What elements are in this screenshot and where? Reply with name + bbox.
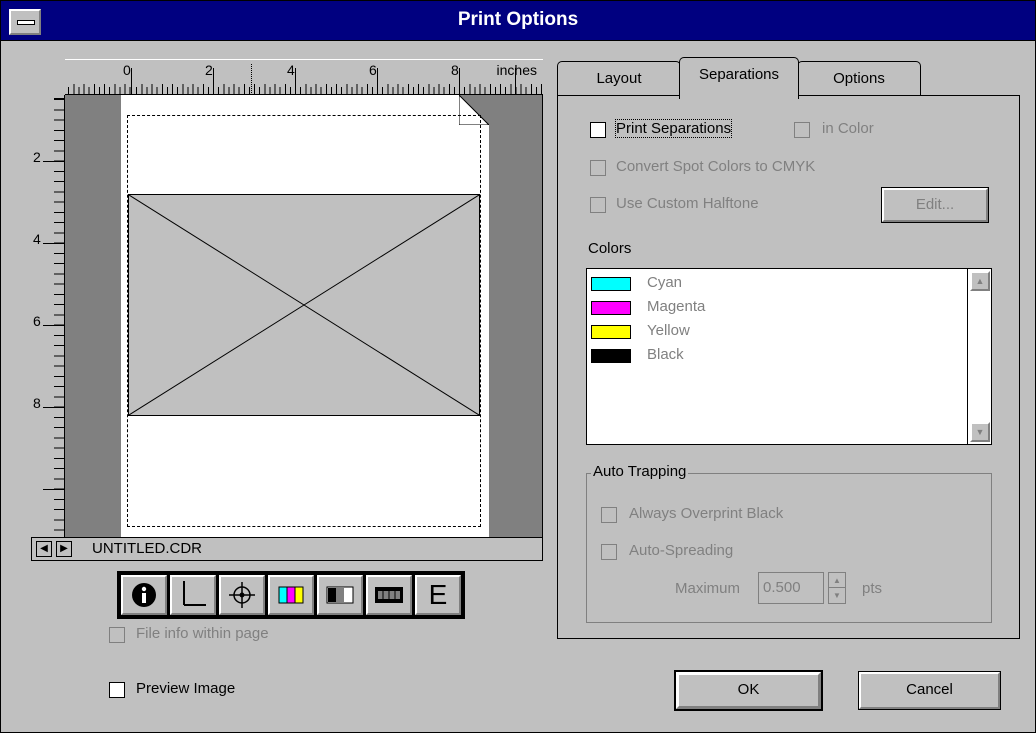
ruler-unit-label: inches <box>496 62 537 78</box>
filename-label: UNTITLED.CDR <box>92 540 203 557</box>
custom-halftone-label: Use Custom Halftone <box>616 195 759 212</box>
in-color-checkbox[interactable] <box>794 122 810 138</box>
ruler-label: 2 <box>33 149 41 165</box>
page-preview: 0 2 4 6 8 inches 2 4 6 8 ◀ ▶ UNTITLED.CD… <box>31 59 543 561</box>
color-calibration-bar-button[interactable] <box>268 575 314 615</box>
emulsion-down-button[interactable]: E <box>415 575 461 615</box>
auto-spreading-label: Auto-Spreading <box>629 542 734 559</box>
maximum-field[interactable]: 0.500 <box>758 572 824 604</box>
ruler-tick <box>43 325 65 326</box>
film-negative-button[interactable] <box>366 575 412 615</box>
spin-up-icon[interactable]: ▲ <box>829 573 845 588</box>
horizontal-ruler: 0 2 4 6 8 inches <box>65 59 543 95</box>
edit-halftone-button[interactable]: Edit... <box>881 187 989 223</box>
ruler-label: 2 <box>205 62 213 78</box>
printed-page <box>121 95 489 537</box>
ruler-label: 8 <box>451 62 459 78</box>
auto-spreading-checkbox[interactable] <box>601 544 617 560</box>
prev-page-button[interactable]: ◀ <box>36 541 52 557</box>
black-swatch <box>591 349 631 363</box>
emulsion-icon: E <box>428 579 448 610</box>
tab-separations[interactable]: Separations <box>679 57 799 99</box>
densitometer-scale-button[interactable] <box>317 575 363 615</box>
convert-spot-checkbox[interactable] <box>590 160 606 176</box>
yellow-swatch <box>591 325 631 339</box>
print-marks-toolbar: E <box>117 571 465 619</box>
next-page-button[interactable]: ▶ <box>56 541 72 557</box>
print-separations-label: Print Separations <box>614 119 733 138</box>
ruler-tick <box>43 161 65 162</box>
ruler-tick <box>43 243 65 244</box>
ok-button[interactable]: OK <box>674 670 823 711</box>
auto-trapping-title: Auto Trapping <box>591 463 689 480</box>
film-negative-icon <box>375 587 403 603</box>
pts-label: pts <box>862 580 883 597</box>
preview-canvas[interactable] <box>65 95 543 537</box>
ruler-label: 4 <box>33 231 41 247</box>
vertical-ruler: 2 4 6 8 <box>31 95 65 537</box>
ruler-label: 0 <box>123 62 131 78</box>
preview-image-checkbox[interactable] <box>109 682 125 698</box>
ruler-marker <box>251 64 252 95</box>
separations-panel: Print Separations in Color Convert Spot … <box>557 95 1020 639</box>
color-name: Yellow <box>647 322 690 339</box>
ruler-minor-ticks <box>65 87 543 94</box>
colors-scrollbar[interactable]: ▲ ▼ <box>967 269 991 444</box>
registration-marks-button[interactable] <box>219 575 265 615</box>
scroll-down-icon[interactable]: ▼ <box>970 422 990 442</box>
color-calibration-bar-icon <box>278 586 304 604</box>
ruler-label: 6 <box>369 62 377 78</box>
ruler-label: 8 <box>33 395 41 411</box>
custom-halftone-checkbox[interactable] <box>590 197 606 213</box>
colors-label: Colors <box>588 240 632 257</box>
ruler-label: 4 <box>287 62 295 78</box>
placeholder-cross-icon <box>128 194 480 416</box>
tab-layout[interactable]: Layout <box>557 61 681 99</box>
image-placeholder[interactable] <box>128 194 480 416</box>
scroll-up-icon[interactable]: ▲ <box>970 271 990 291</box>
file-info-button[interactable] <box>121 575 167 615</box>
always-overprint-checkbox[interactable] <box>601 507 617 523</box>
ruler-corner <box>31 59 65 95</box>
color-name: Black <box>647 346 684 363</box>
file-info-checkbox[interactable] <box>109 627 125 643</box>
cyan-swatch <box>591 277 631 291</box>
crop-marks-button[interactable] <box>170 575 216 615</box>
print-separations-checkbox[interactable] <box>590 122 606 138</box>
convert-spot-label: Convert Spot Colors to CMYK <box>616 158 816 175</box>
tab-options[interactable]: Options <box>797 61 921 99</box>
info-icon <box>132 583 156 607</box>
title-bar: Print Options <box>1 1 1035 41</box>
maximum-label: Maximum <box>675 580 741 597</box>
status-bar: ◀ ▶ UNTITLED.CDR <box>31 537 543 561</box>
crop-marks-icon <box>183 581 206 606</box>
color-name: Magenta <box>647 298 706 315</box>
print-options-dialog: Print Options 0 2 4 6 8 inches 2 4 6 8 ◀… <box>0 0 1036 733</box>
auto-trapping-group: Auto Trapping Always Overprint Black Aut… <box>586 463 992 623</box>
file-info-label: File info within page <box>136 625 269 642</box>
maximum-value: 0.500 <box>763 579 801 596</box>
densitometer-scale-icon <box>326 586 354 604</box>
magenta-swatch <box>591 301 631 315</box>
ruler-tick <box>43 489 65 490</box>
spin-down-icon[interactable]: ▼ <box>829 588 845 603</box>
cancel-button[interactable]: Cancel <box>858 671 1001 710</box>
maximum-spinner[interactable]: ▲ ▼ <box>828 572 846 604</box>
ruler-tick <box>43 407 65 408</box>
always-overprint-label: Always Overprint Black <box>629 505 784 522</box>
color-name: Cyan <box>647 274 683 291</box>
window-title: Print Options <box>457 9 579 30</box>
ruler-label: 6 <box>33 313 41 329</box>
registration-marks-icon <box>229 582 255 608</box>
colors-list[interactable]: Cyan Magenta Yellow Black ▲ ▼ <box>586 268 992 445</box>
preview-image-label: Preview Image <box>136 680 236 697</box>
in-color-label: in Color <box>822 120 874 137</box>
